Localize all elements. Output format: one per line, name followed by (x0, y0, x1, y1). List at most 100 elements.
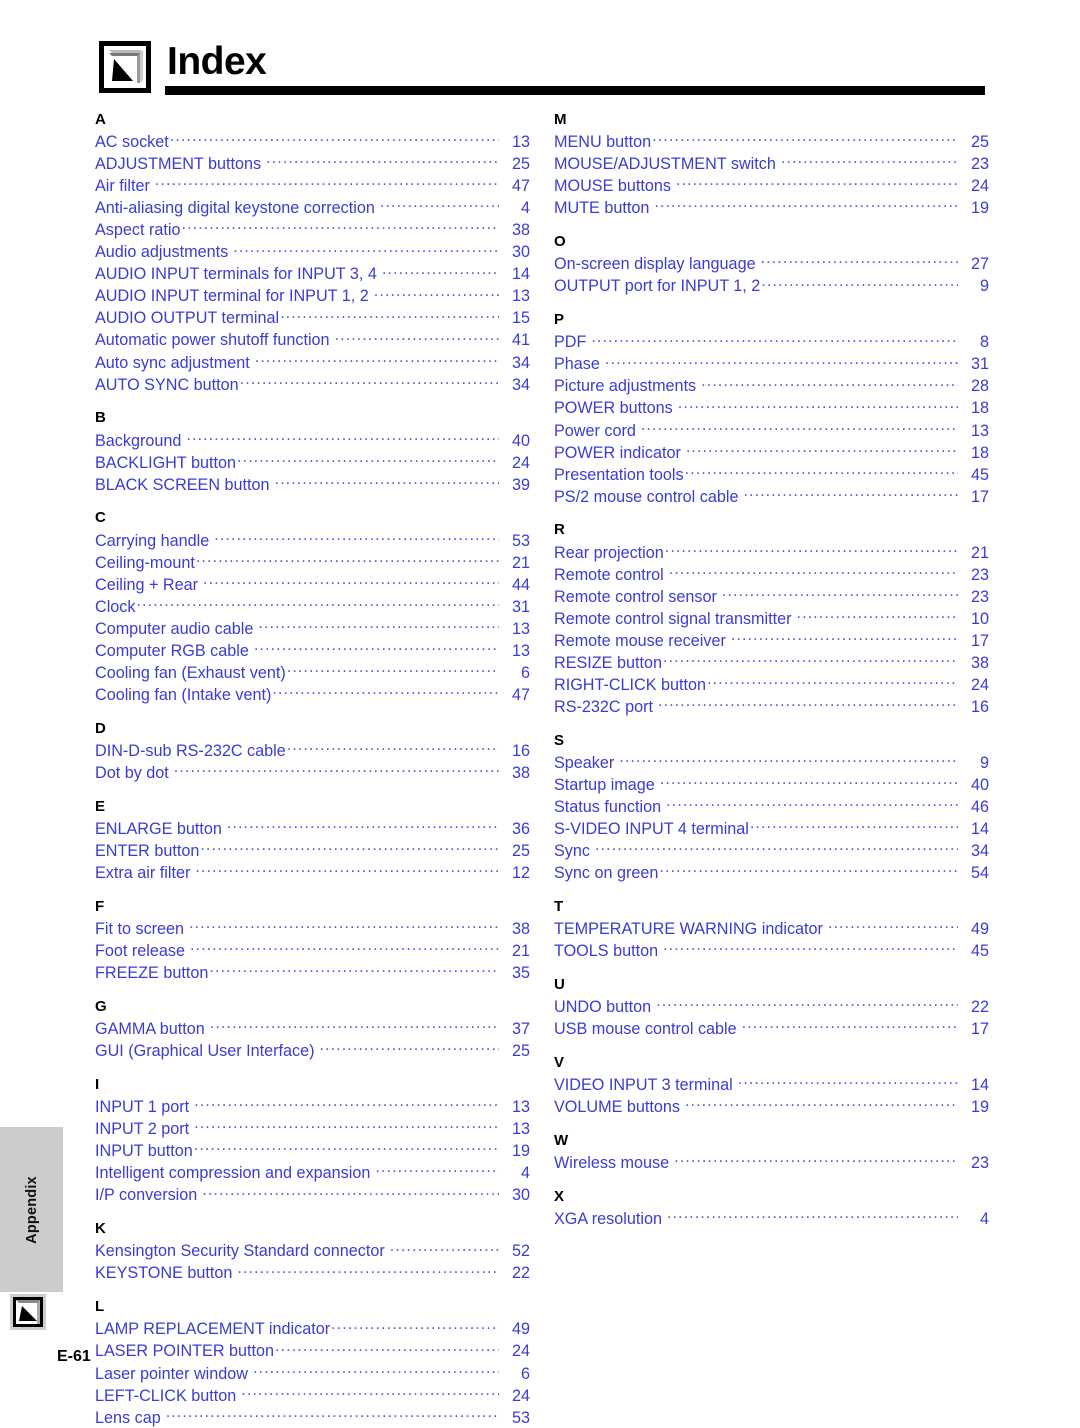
index-entry[interactable]: BACKLIGHT button 24 (95, 451, 530, 473)
index-entry[interactable]: Aspect ratio 38 (95, 219, 530, 241)
index-entry-page-number: 17 (970, 487, 989, 506)
dot-leader (707, 674, 958, 690)
index-entry[interactable]: On-screen display language 27 (554, 253, 989, 275)
index-entry[interactable]: Automatic power shutoff function 41 (95, 329, 530, 351)
index-entry[interactable]: Wireless mouse 23 (554, 1152, 989, 1174)
index-entry[interactable]: MOUSE buttons 24 (554, 175, 989, 197)
index-entry[interactable]: POWER indicator 18 (554, 441, 989, 463)
index-entry[interactable]: ENLARGE button 36 (95, 818, 530, 840)
index-entry[interactable]: Remote control 23 (554, 563, 989, 585)
dot-leader (320, 1040, 500, 1056)
index-entry[interactable]: VIDEO INPUT 3 terminal 14 (554, 1074, 989, 1096)
index-section-r: RRear projection21Remote control23Remote… (554, 520, 989, 717)
index-entry[interactable]: RS-232C port 16 (554, 696, 989, 718)
index-entry[interactable]: USB mouse control cable 17 (554, 1018, 989, 1040)
index-entry[interactable]: INPUT 1 port 13 (95, 1096, 530, 1118)
index-entry[interactable]: DIN-D-sub RS-232C cable 16 (95, 740, 530, 762)
index-entry[interactable]: AUDIO INPUT terminals for INPUT 3, 4 14 (95, 263, 530, 285)
index-entry[interactable]: OUTPUT port for INPUT 1, 2 9 (554, 275, 989, 297)
dot-leader (275, 473, 499, 489)
index-entry[interactable]: Picture adjustments 28 (554, 375, 989, 397)
index-entry[interactable]: Audio adjustments 30 (95, 241, 530, 263)
index-entry[interactable]: GAMMA button 37 (95, 1018, 530, 1040)
index-entry[interactable]: Speaker 9 (554, 752, 989, 774)
index-entry[interactable]: MENU button 25 (554, 131, 989, 153)
index-entry[interactable]: Sync on green 54 (554, 862, 989, 884)
index-entry-page-number: 30 (511, 243, 530, 262)
index-entry[interactable]: XGA resolution 4 (554, 1208, 989, 1230)
index-entry[interactable]: Computer RGB cable 13 (95, 640, 530, 662)
index-entry[interactable]: LAMP REPLACEMENT indicator 49 (95, 1318, 530, 1340)
index-entry[interactable]: TEMPERATURE WARNING indicator 49 (554, 918, 989, 940)
index-entry[interactable]: ADJUSTMENT buttons 25 (95, 153, 530, 175)
index-entry[interactable]: Remote control signal transmitter 10 (554, 608, 989, 630)
dot-leader (738, 1074, 958, 1090)
index-entry[interactable]: INPUT 2 port 13 (95, 1118, 530, 1140)
index-entry[interactable]: AC socket 13 (95, 131, 530, 153)
index-entry[interactable]: AUDIO OUTPUT terminal 15 (95, 307, 530, 329)
index-entry[interactable]: Phase 31 (554, 353, 989, 375)
index-entry-page-number: 4 (520, 1164, 530, 1183)
index-entry[interactable]: AUTO SYNC button 34 (95, 373, 530, 395)
index-entry[interactable]: LASER POINTER button 24 (95, 1340, 530, 1362)
index-entry[interactable]: LEFT-CLICK button 24 (95, 1384, 530, 1406)
index-entry[interactable]: POWER buttons 18 (554, 397, 989, 419)
index-entry[interactable]: Kensington Security Standard connector 52 (95, 1240, 530, 1262)
index-entry[interactable]: UNDO button 22 (554, 996, 989, 1018)
index-entry[interactable]: Startup image 40 (554, 774, 989, 796)
index-entry[interactable]: Anti-aliasing digital keystone correctio… (95, 197, 530, 219)
index-entry-label: Carrying handle (95, 531, 210, 550)
index-entry-label: Kensington Security Standard connector (95, 1242, 385, 1261)
dot-leader (641, 419, 958, 435)
index-entry[interactable]: Cooling fan (Exhaust vent) 6 (95, 662, 530, 684)
dot-leader (374, 285, 499, 301)
index-entry[interactable]: Rear projection 21 (554, 541, 989, 563)
index-entry[interactable]: VOLUME buttons 19 (554, 1096, 989, 1118)
index-entry[interactable]: RESIZE button 38 (554, 652, 989, 674)
index-entry[interactable]: ENTER button 25 (95, 840, 530, 862)
index-entry[interactable]: Remote mouse receiver 17 (554, 630, 989, 652)
index-entry[interactable]: Cooling fan (Intake vent) 47 (95, 684, 530, 706)
index-entry[interactable]: Background 40 (95, 429, 530, 451)
index-entry[interactable]: Sync 34 (554, 840, 989, 862)
index-entry[interactable]: Lens cap 53 (95, 1406, 530, 1428)
index-entry[interactable]: Presentation tools 45 (554, 463, 989, 485)
index-entry[interactable]: I/P conversion 30 (95, 1184, 530, 1206)
index-entry-label: I/P conversion (95, 1186, 198, 1205)
index-entry[interactable]: Computer audio cable 13 (95, 618, 530, 640)
index-entry-page-number: 22 (511, 1264, 530, 1283)
index-entry[interactable]: MUTE button 19 (554, 197, 989, 219)
index-entry[interactable]: Intelligent compression and expansion 4 (95, 1162, 530, 1184)
index-entry[interactable]: PDF 8 (554, 331, 989, 353)
index-entry[interactable]: Foot release 21 (95, 940, 530, 962)
index-entry[interactable]: Ceiling + Rear 44 (95, 574, 530, 596)
index-entry[interactable]: Dot by dot 38 (95, 762, 530, 784)
index-entry[interactable]: Air filter 47 (95, 175, 530, 197)
index-entry-page-number: 13 (511, 287, 530, 306)
index-entry[interactable]: Extra air filter 12 (95, 862, 530, 884)
index-entry-label: Computer audio cable (95, 619, 254, 638)
dot-leader (674, 1152, 958, 1168)
index-entry[interactable]: TOOLS button 45 (554, 940, 989, 962)
index-entry[interactable]: Clock 31 (95, 596, 530, 618)
index-entry[interactable]: Power cord 13 (554, 419, 989, 441)
index-entry[interactable]: Status function 46 (554, 796, 989, 818)
index-entry[interactable]: INPUT button 19 (95, 1140, 530, 1162)
index-entry[interactable]: Carrying handle 53 (95, 529, 530, 551)
index-entry[interactable]: Remote control sensor 23 (554, 586, 989, 608)
index-entry[interactable]: Fit to screen 38 (95, 918, 530, 940)
index-entry[interactable]: FREEZE button 35 (95, 962, 530, 984)
index-entry[interactable]: GUI (Graphical User Interface) 25 (95, 1040, 530, 1062)
index-entry[interactable]: Auto sync adjustment 34 (95, 351, 530, 373)
index-entry[interactable]: Ceiling-mount 21 (95, 552, 530, 574)
index-entry[interactable]: MOUSE/ADJUSTMENT switch 23 (554, 153, 989, 175)
index-entry[interactable]: RIGHT-CLICK button 24 (554, 674, 989, 696)
index-entry[interactable]: BLACK SCREEN button 39 (95, 473, 530, 495)
page-title: Index (167, 40, 267, 83)
index-entry[interactable]: Laser pointer window 6 (95, 1362, 530, 1384)
index-entry[interactable]: PS/2 mouse control cable 17 (554, 485, 989, 507)
index-entry-label: Background (95, 431, 182, 450)
index-entry[interactable]: AUDIO INPUT terminal for INPUT 1, 2 13 (95, 285, 530, 307)
index-entry[interactable]: KEYSTONE button 22 (95, 1262, 530, 1284)
index-entry[interactable]: S-VIDEO INPUT 4 terminal 14 (554, 818, 989, 840)
